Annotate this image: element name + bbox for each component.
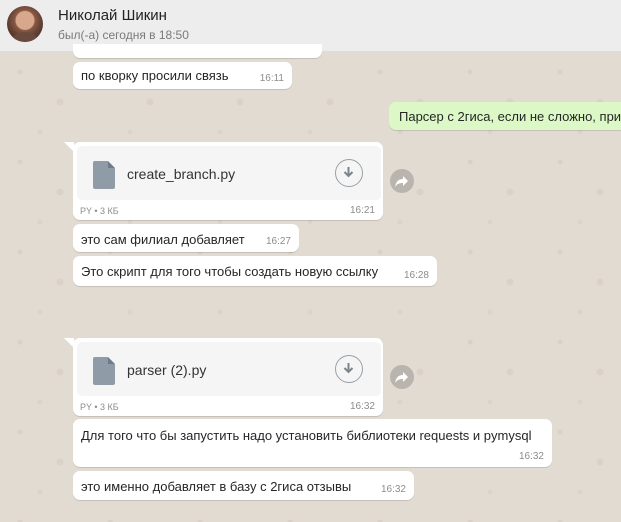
message-bubble-partial [73, 44, 322, 58]
forward-icon[interactable] [390, 169, 414, 193]
message-bubble[interactable]: Для того что бы запустить надо установит… [73, 419, 552, 467]
file-attachment[interactable]: parser (2).py [77, 342, 381, 396]
message-text: Для того что бы запустить надо установит… [81, 428, 532, 443]
message-time: 16:28 [403, 270, 429, 281]
message-time: 16:11 [259, 73, 284, 84]
message-bubble[interactable]: это именно добавляет в базу с 2гиса отзы… [73, 471, 414, 500]
file-meta: PY • 3 КБ [80, 206, 119, 216]
file-icon [93, 357, 115, 385]
message-text: Парсер с 2гиса, если не сложно, при [399, 109, 621, 124]
message-time: 16:21 [349, 205, 375, 216]
file-attachment[interactable]: create_branch.py [77, 146, 381, 200]
download-icon[interactable] [335, 355, 363, 383]
message-text: это сам филиал добавляет [81, 232, 245, 247]
message-text: это именно добавляет в базу с 2гиса отзы… [81, 479, 352, 494]
file-name[interactable]: create_branch.py [127, 166, 235, 182]
message-text: Это скрипт для того чтобы создать новую … [81, 264, 379, 279]
message-text: по кворку просили связь [81, 68, 229, 83]
contact-name[interactable]: Николай Шикин [58, 7, 167, 24]
file-message[interactable]: create_branch.py PY • 3 КБ 16:21 [73, 142, 383, 220]
avatar[interactable] [7, 6, 43, 42]
message-time: 16:32 [380, 484, 406, 495]
message-time: 16:32 [349, 401, 375, 412]
message-bubble[interactable]: это сам филиал добавляет 16:27 [73, 224, 299, 252]
contact-status: был(-а) сегодня в 18:50 [58, 28, 189, 42]
message-bubble[interactable]: Это скрипт для того чтобы создать новую … [73, 256, 437, 286]
forward-icon[interactable] [390, 365, 414, 389]
download-icon[interactable] [335, 159, 363, 187]
message-bubble[interactable]: по кворку просили связь 16:11 [73, 62, 292, 89]
message-time: 16:27 [265, 236, 291, 247]
file-name[interactable]: parser (2).py [127, 362, 206, 378]
file-icon [93, 161, 115, 189]
message-bubble-outgoing[interactable]: Парсер с 2гиса, если не сложно, при [389, 102, 621, 130]
file-message[interactable]: parser (2).py PY • 3 КБ 16:32 [73, 338, 383, 416]
message-time: 16:32 [518, 451, 544, 462]
file-meta: PY • 3 КБ [80, 402, 119, 412]
